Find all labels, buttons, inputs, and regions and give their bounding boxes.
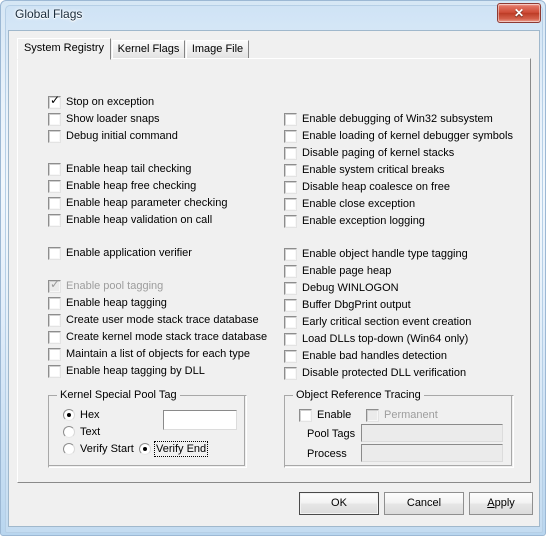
checkbox-box (48, 297, 61, 310)
checkbox-box: ✓ (48, 93, 61, 109)
checkbox-box (284, 181, 297, 194)
apply-label-rest: pply (494, 497, 515, 509)
radio-box (139, 443, 151, 455)
checkbox-box (48, 314, 61, 327)
checkbox-box (366, 409, 379, 422)
dialog-client-area: System Registry Kernel Flags Image File … (8, 30, 540, 527)
checkbox-box (284, 333, 297, 346)
checkbox-box (48, 113, 61, 126)
checkbox-box (284, 316, 297, 329)
checkbox-label: Load DLLs top-down (Win64 only) (302, 333, 469, 345)
checkbox-label: Enable heap tail checking (66, 163, 192, 175)
group-object-reference-tracing: Object Reference Tracing Enable Permanen… (284, 389, 514, 468)
checkbox-box (48, 348, 61, 361)
checkbox-box (284, 147, 297, 160)
checkbox-label: Show loader snaps (66, 113, 160, 125)
tab-kernel-flags[interactable]: Kernel Flags (112, 40, 185, 59)
checkbox-box (48, 365, 61, 378)
checkbox-box (284, 215, 297, 228)
checkbox-label: Enable heap parameter checking (66, 197, 228, 209)
group-kernel-special-pool-tag: Kernel Special Pool Tag Hex Text Verify … (48, 389, 247, 468)
radio-box (63, 409, 75, 421)
checkbox-box (48, 163, 61, 176)
checkbox-box (48, 331, 61, 344)
checkbox-box (284, 164, 297, 177)
checkbox-label: Enable bad handles detection (302, 350, 447, 362)
tab-image-file[interactable]: Image File (186, 40, 249, 59)
checkbox-box (284, 248, 297, 261)
checkbox-label: Enable exception logging (302, 215, 425, 227)
checkbox-box (284, 198, 297, 211)
checkbox-label: Enable heap tagging by DLL (66, 365, 205, 377)
process-input (361, 444, 503, 462)
checkbox-label: Disable heap coalesce on free (302, 181, 450, 193)
radio-label: Text (80, 426, 101, 438)
cancel-button[interactable]: Cancel (384, 492, 464, 515)
checkbox-box (284, 350, 297, 363)
radio-label: Hex (80, 409, 100, 421)
apply-button[interactable]: Apply (469, 492, 533, 515)
checkbox-label: Enable loading of kernel debugger symbol… (302, 130, 513, 142)
radio-label: Verify Start (80, 443, 134, 455)
ok-button[interactable]: OK (299, 492, 379, 515)
checkbox-label: Enable (317, 409, 352, 421)
checkbox-box (48, 197, 61, 210)
radio-label: Verify End (153, 441, 209, 457)
checkbox-box (48, 130, 61, 143)
pool-tag-input[interactable] (163, 410, 237, 430)
radio-box (63, 443, 75, 455)
window-title: Global Flags (15, 7, 83, 21)
title-bar[interactable]: Global Flags ✕ (1, 1, 546, 30)
close-icon: ✕ (513, 6, 525, 20)
checkbox-label: Create user mode stack trace database (66, 314, 259, 326)
checkbox-label: Maintain a list of objects for each type (66, 348, 251, 360)
apply-accelerator: A (487, 497, 495, 509)
close-button[interactable]: ✕ (497, 3, 541, 23)
checkbox-box (284, 130, 297, 143)
checkbox-label: Enable heap free checking (66, 180, 197, 192)
pool-tags-label: Pool Tags (307, 428, 356, 440)
group-title: Kernel Special Pool Tag (57, 389, 180, 402)
checkbox-label: Early critical section event creation (302, 316, 472, 328)
checkbox-label: Enable page heap (302, 265, 392, 277)
checkbox-label: Disable paging of kernel stacks (302, 147, 455, 159)
radio-box (63, 426, 75, 438)
checkbox-label: Debug WINLOGON (302, 282, 399, 294)
checkbox-label: Buffer DbgPrint output (302, 299, 411, 311)
tab-page-system-registry: ✓ Stop on exception Show loader snaps De… (17, 58, 531, 483)
checkbox-label: Stop on exception (66, 96, 155, 108)
checkbox-label: Enable close exception (302, 198, 416, 210)
process-label: Process (307, 448, 347, 460)
checkbox-label: Debug initial command (66, 130, 178, 142)
checkbox-box: ✓ (48, 277, 61, 293)
checkbox-label: Enable system critical breaks (302, 164, 445, 176)
pool-tags-input (361, 424, 503, 442)
global-flags-window: Global Flags ✕ System Registry Kernel Fl… (0, 0, 546, 536)
checkbox-box (284, 282, 297, 295)
checkbox-box (284, 265, 297, 278)
checkbox-label: Create kernel mode stack trace database (66, 331, 268, 343)
checkbox-box (284, 113, 297, 126)
tab-system-registry[interactable]: System Registry (17, 38, 111, 60)
checkbox-label: Enable object handle type tagging (302, 248, 468, 260)
checkbox-label: Enable pool tagging (66, 280, 164, 292)
checkbox-box (48, 180, 61, 193)
checkbox-label: Enable heap tagging (66, 297, 167, 309)
checkbox-label: Enable debugging of Win32 subsystem (302, 113, 493, 125)
checkbox-box (48, 247, 61, 260)
checkbox-box (284, 299, 297, 312)
checkbox-label: Enable application verifier (66, 247, 192, 259)
checkbox-box (284, 367, 297, 380)
checkbox-label: Enable heap validation on call (66, 214, 213, 226)
tab-strip: System Registry Kernel Flags Image File (17, 38, 531, 60)
checkbox-label: Disable protected DLL verification (302, 367, 467, 379)
group-title: Object Reference Tracing (293, 389, 424, 402)
checkbox-label: Permanent (384, 409, 438, 421)
checkbox-box (299, 409, 312, 422)
checkbox-box (48, 214, 61, 227)
